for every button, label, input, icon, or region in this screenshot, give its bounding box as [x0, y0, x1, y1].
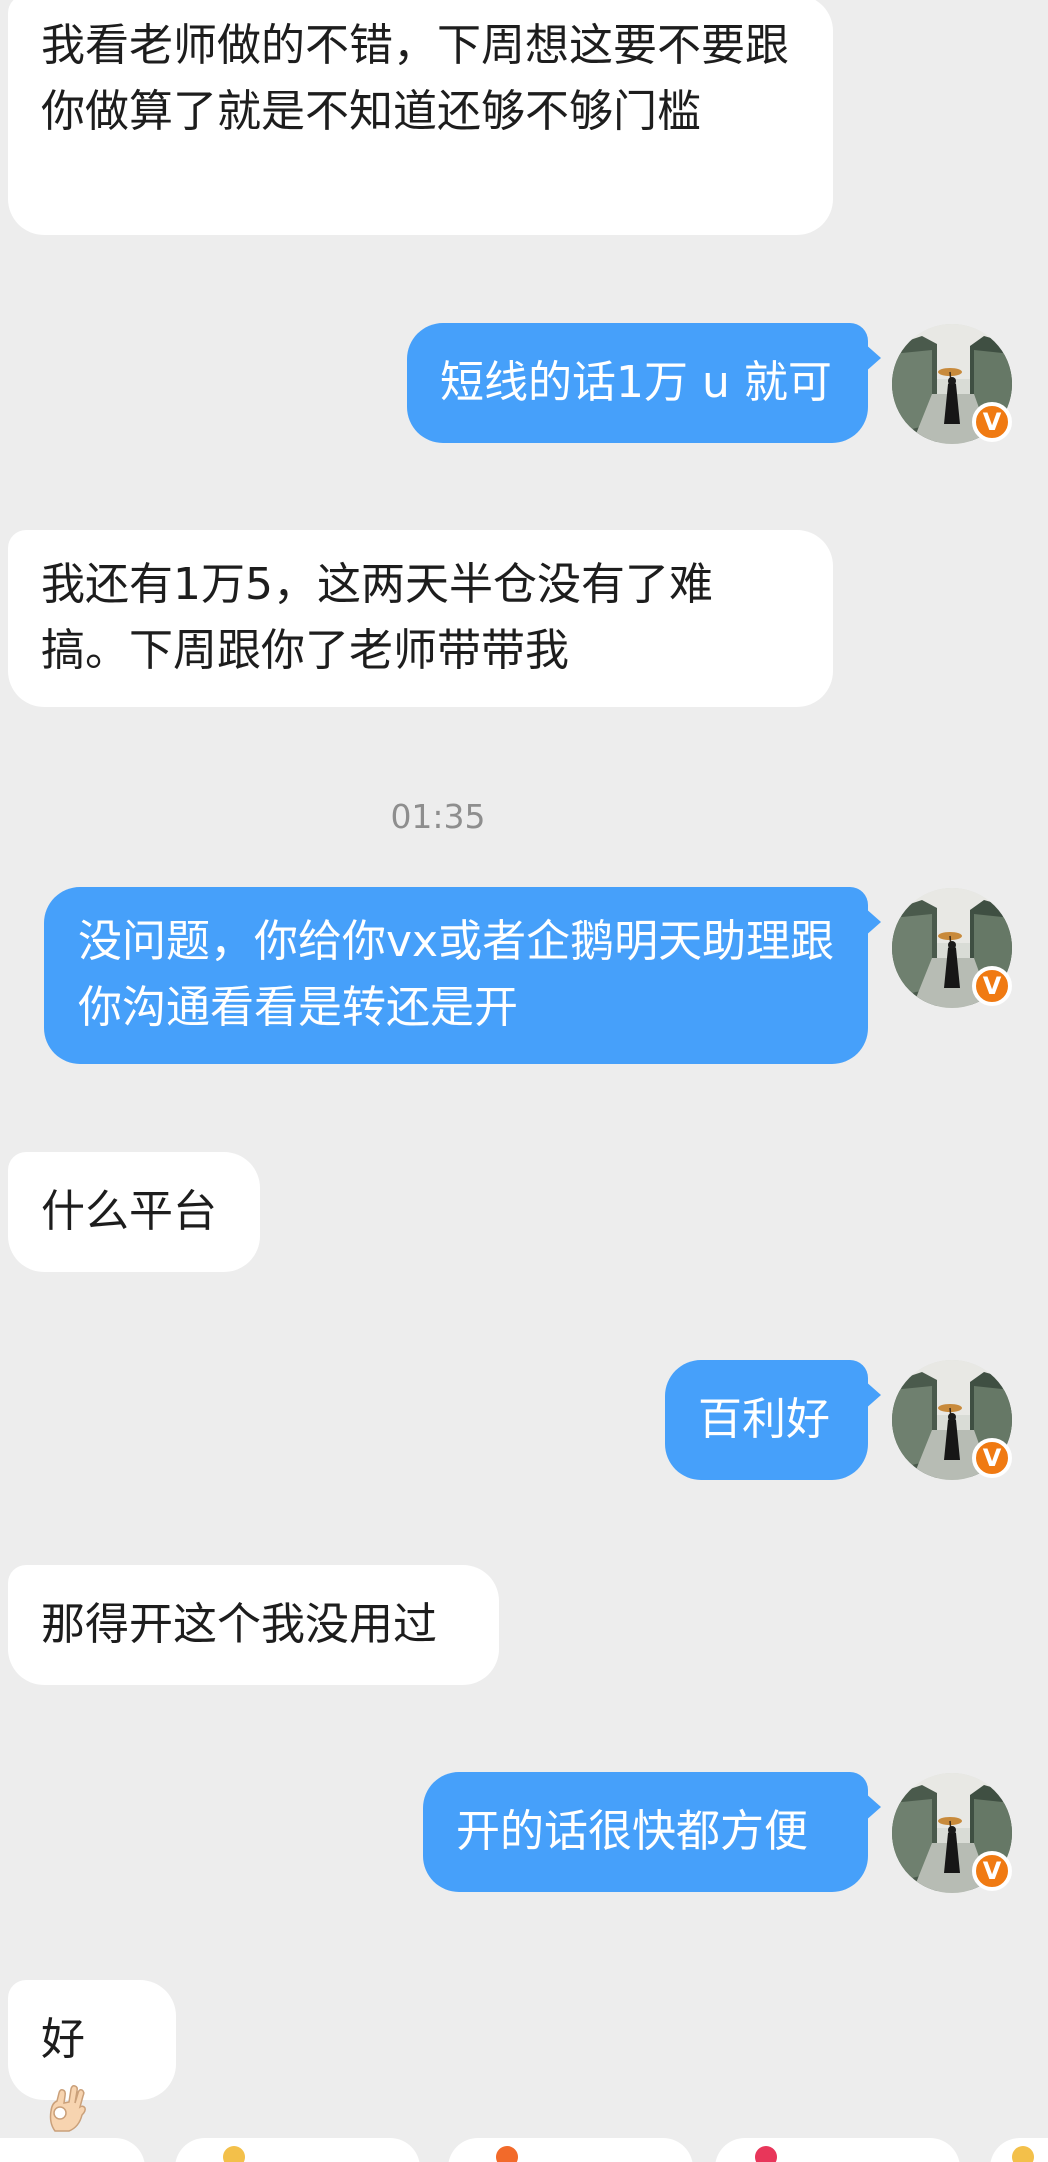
message-bubble-incoming[interactable]: 好 — [8, 1980, 176, 2132]
ok-hand-emoji-icon — [49, 2085, 86, 2132]
verified-badge-icon: V — [972, 1438, 1012, 1478]
chat-view: 我看老师做的不错，下周想这要不要跟你做算了就是不知道还够不够门槛 短线的话1万 … — [0, 0, 1048, 2162]
message-bubble-outgoing[interactable]: 百利好 — [665, 1360, 881, 1480]
flame-icon — [496, 2146, 518, 2162]
quick-reply-chip[interactable] — [990, 2138, 1048, 2162]
message-text: 什么平台 — [41, 1186, 217, 1237]
message-text: 开的话很快都方便 — [456, 1806, 808, 1857]
timestamp: 01:35 — [390, 797, 486, 836]
message-text: 那得开这个我没用过 — [41, 1599, 437, 1650]
thumbs-up-icon — [223, 2146, 245, 2162]
message-text: 我看老师做的不错，下周想这要不要跟你做算了就是不知道还够不够门槛 — [41, 20, 789, 137]
message-bubble-incoming[interactable]: 我看老师做的不错，下周想这要不要跟你做算了就是不知道还够不够门槛 — [8, 0, 833, 235]
quick-reply-bar — [0, 2138, 1048, 2162]
message-text: 短线的话1万 u 就可 — [440, 357, 832, 408]
verified-badge-icon: V — [972, 966, 1012, 1006]
message-bubble-outgoing[interactable]: 开的话很快都方便 — [423, 1772, 881, 1892]
message-bubble-incoming[interactable]: 那得开这个我没用过 — [8, 1565, 499, 1685]
avatar[interactable]: V — [892, 1773, 1012, 1893]
avatar[interactable]: V — [892, 1360, 1012, 1480]
message-text: 我还有1万5，这两天半仓没有了难搞。下周跟你了老师带带我 — [41, 559, 713, 676]
message-bubble-outgoing[interactable]: 短线的话1万 u 就可 — [407, 323, 881, 443]
quick-reply-chip[interactable] — [715, 2138, 960, 2162]
message-text: 好 — [41, 2014, 85, 2065]
message-text: 百利好 — [698, 1394, 830, 1445]
verified-badge-icon: V — [972, 1851, 1012, 1891]
avatar[interactable]: V — [892, 888, 1012, 1008]
quick-reply-chip[interactable] — [0, 2138, 145, 2162]
message-bubble-incoming[interactable]: 什么平台 — [8, 1152, 260, 1272]
avatar[interactable]: V — [892, 324, 1012, 444]
quick-reply-chip[interactable] — [448, 2138, 693, 2162]
message-bubble-incoming[interactable]: 我还有1万5，这两天半仓没有了难搞。下周跟你了老师带带我 — [8, 530, 833, 707]
verified-badge-icon: V — [972, 402, 1012, 442]
heart-eyes-icon — [755, 2146, 777, 2162]
quick-reply-chip[interactable] — [175, 2138, 420, 2162]
emoji-icon — [1012, 2146, 1034, 2162]
message-bubble-outgoing[interactable]: 没问题，你给你vx或者企鹅明天助理跟你沟通看看是转还是开 — [44, 887, 881, 1064]
message-text: 没问题，你给你vx或者企鹅明天助理跟你沟通看看是转还是开 — [78, 916, 835, 1033]
